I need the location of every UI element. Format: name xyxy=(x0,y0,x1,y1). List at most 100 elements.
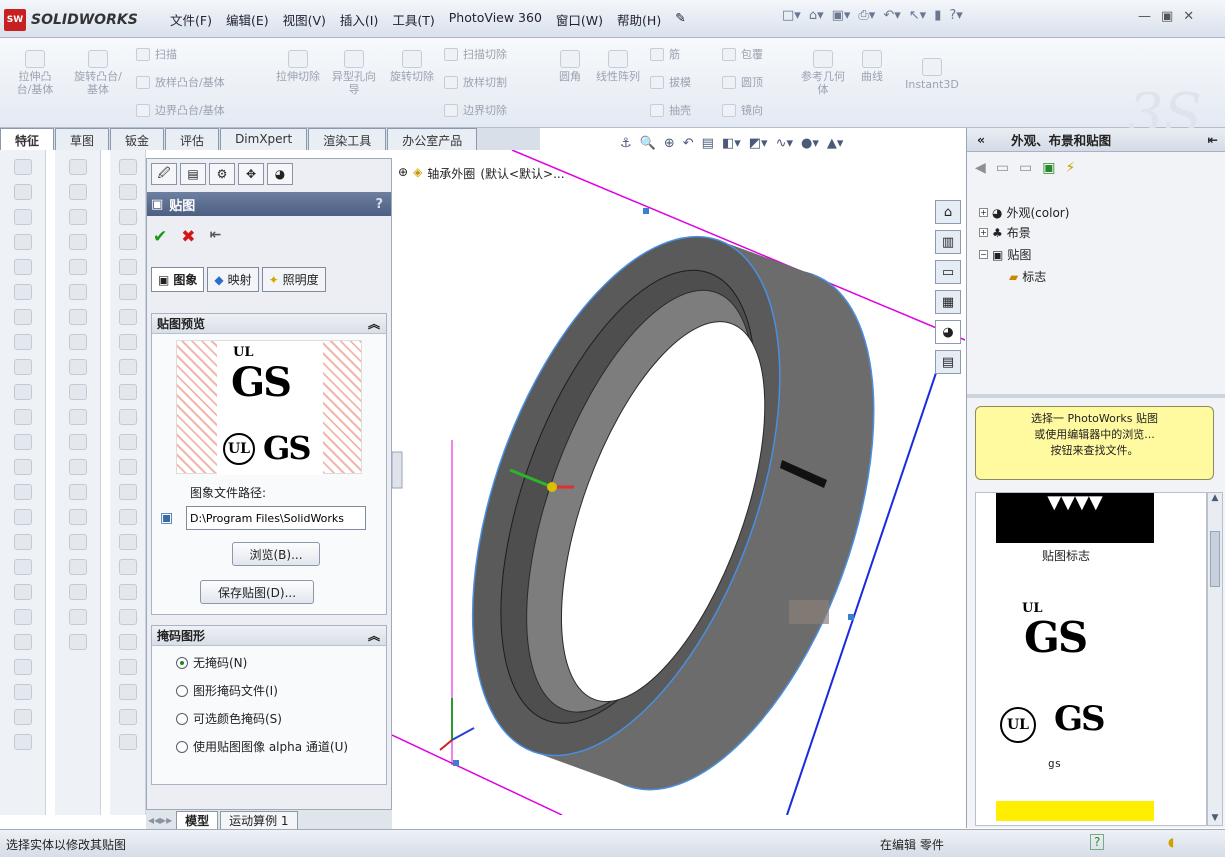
tool-icon[interactable] xyxy=(68,259,87,275)
tool-icon[interactable] xyxy=(68,559,87,575)
instant3d-button[interactable]: Instant3D xyxy=(900,58,964,91)
folder-icon[interactable]: ▭ xyxy=(996,160,1009,176)
tab-dimxpert[interactable]: DimXpert xyxy=(220,128,308,150)
loft-cut-button[interactable]: 放样切割 xyxy=(444,74,507,90)
tab-sketch[interactable]: 草图 xyxy=(55,128,110,150)
notification-icon[interactable]: ◖ xyxy=(1168,835,1174,849)
decal-thumbnail-logo[interactable]: ▼▼▼▼ xyxy=(996,493,1154,543)
tab-scroll-arrows-icon[interactable]: ◂◂▸▸ xyxy=(146,813,174,827)
collapse-icon[interactable]: ︽ xyxy=(368,315,380,332)
pane-splitter[interactable] xyxy=(967,394,1225,398)
gallery-scrollbar[interactable]: ▲ ▼ xyxy=(1207,492,1223,826)
tree-item-decals[interactable]: − ▣ 贴图 xyxy=(979,246,1031,263)
tool-icon[interactable] xyxy=(68,484,87,500)
tool-icon[interactable] xyxy=(118,534,137,550)
save-decal-button[interactable]: 保存贴图(D)... xyxy=(200,580,314,604)
cancel-x-icon[interactable]: ✖ xyxy=(181,227,195,247)
handle[interactable] xyxy=(848,614,854,620)
tab-image[interactable]: ▣ 图象 xyxy=(151,267,205,292)
display-manager-tab-icon[interactable]: ◕ xyxy=(267,163,293,185)
tool-icon[interactable] xyxy=(68,234,87,250)
tool-icon[interactable] xyxy=(13,634,32,650)
rebuild-icon[interactable]: ▮ xyxy=(934,8,941,23)
boundary-cut-button[interactable]: 边界切除 xyxy=(444,102,507,118)
tool-icon[interactable] xyxy=(13,159,32,175)
menu-tools[interactable]: 工具(T) xyxy=(392,10,434,29)
close-icon[interactable]: ✕ xyxy=(1183,9,1194,24)
tool-icon[interactable] xyxy=(13,259,32,275)
zoom-fit-icon[interactable]: 🔍 xyxy=(640,136,656,151)
print-icon[interactable]: ⎙▾ xyxy=(858,8,875,23)
file-explorer-icon[interactable]: ▭ xyxy=(935,260,961,284)
pin-icon[interactable]: ⇤ xyxy=(1208,132,1218,147)
tool-icon[interactable] xyxy=(68,634,87,650)
tool-icon[interactable] xyxy=(118,184,137,200)
hide-show-icon[interactable]: ∿▾ xyxy=(776,136,793,151)
tab-office-products[interactable]: 办公室产品 xyxy=(387,128,478,150)
tool-icon[interactable] xyxy=(13,484,32,500)
tool-icon[interactable] xyxy=(68,209,87,225)
tab-sheet-metal[interactable]: 钣金 xyxy=(110,128,165,150)
tool-icon[interactable] xyxy=(13,609,32,625)
collapse-minus-icon[interactable]: − xyxy=(979,250,988,259)
linear-pattern-button[interactable]: 线性阵列 xyxy=(594,50,642,83)
extrude-cut-button[interactable]: 拉伸切除 xyxy=(276,50,320,83)
tool-icon[interactable] xyxy=(68,509,87,525)
tool-icon[interactable] xyxy=(13,284,32,300)
tool-icon[interactable] xyxy=(13,559,32,575)
tool-icon[interactable] xyxy=(118,659,137,675)
scroll-up-icon[interactable]: ▲ xyxy=(1208,493,1222,503)
decal-thumbnail-yellow[interactable] xyxy=(996,801,1154,821)
tool-icon[interactable] xyxy=(13,309,32,325)
menu-insert[interactable]: 插入(I) xyxy=(340,10,378,29)
appearance-icon[interactable]: ●▾ xyxy=(801,136,819,151)
tree-item-logo[interactable]: ▰ 标志 xyxy=(1009,268,1046,285)
tool-icon[interactable] xyxy=(118,209,137,225)
handle[interactable] xyxy=(453,760,459,766)
pushpin-icon[interactable]: ⇤ xyxy=(210,227,222,247)
decal-thumbnail-gs[interactable]: UL GS UL GS xyxy=(996,595,1126,755)
tree-item-appearances[interactable]: + ◕ 外观(color) xyxy=(979,204,1069,221)
tool-icon[interactable] xyxy=(13,659,32,675)
radio-no-mask[interactable]: 无掩码(N) xyxy=(176,656,247,671)
solidworks-resources-icon[interactable]: ⌂ xyxy=(935,200,961,224)
tool-icon[interactable] xyxy=(13,584,32,600)
tool-icon[interactable] xyxy=(68,334,87,350)
tab-illumination[interactable]: ✦ 照明度 xyxy=(261,267,326,292)
feature-manager-tab-icon[interactable]: 🖉 xyxy=(151,163,177,185)
minimize-icon[interactable]: — xyxy=(1138,9,1151,24)
tool-icon[interactable] xyxy=(13,709,32,725)
open-icon[interactable]: ⌂▾ xyxy=(809,8,824,23)
display-style-icon[interactable]: ◩▾ xyxy=(749,136,768,151)
menu-window[interactable]: 窗口(W) xyxy=(556,10,603,29)
options-icon[interactable]: ?▾ xyxy=(949,8,962,23)
solidworks-logo[interactable]: SW SOLIDWORKS xyxy=(4,6,150,34)
tool-icon[interactable] xyxy=(118,384,137,400)
tool-icon[interactable] xyxy=(118,634,137,650)
menu-photoview[interactable]: PhotoView 360 xyxy=(449,10,542,29)
tool-icon[interactable] xyxy=(118,159,137,175)
tool-icon[interactable] xyxy=(68,159,87,175)
back-icon[interactable]: ◀ xyxy=(975,160,986,176)
design-library-icon[interactable]: ▥ xyxy=(935,230,961,254)
fillet-button[interactable]: 圆角 xyxy=(552,50,588,83)
shell-button[interactable]: 抽壳 xyxy=(650,102,691,118)
graphics-viewport[interactable] xyxy=(392,150,965,815)
restore-icon[interactable]: ▣ xyxy=(1161,9,1173,24)
new-doc-icon[interactable]: □▾ xyxy=(782,8,801,23)
radio-image-mask[interactable]: 图形掩码文件(I) xyxy=(176,684,278,699)
scroll-down-icon[interactable]: ▼ xyxy=(1208,813,1222,823)
menu-edit[interactable]: 编辑(E) xyxy=(226,10,269,29)
tool-icon[interactable] xyxy=(68,434,87,450)
loft-button[interactable]: 放样凸台/基体 xyxy=(136,74,225,90)
sweep-cut-button[interactable]: 扫描切除 xyxy=(444,46,507,62)
part-name[interactable]: 轴承外圈 xyxy=(427,165,475,182)
group-header[interactable]: 贴图预览 ︽ xyxy=(152,314,386,334)
tool-icon[interactable] xyxy=(118,359,137,375)
dome-button[interactable]: 圆顶 xyxy=(722,74,763,90)
tool-icon[interactable] xyxy=(118,484,137,500)
tool-icon[interactable] xyxy=(118,459,137,475)
previous-view-icon[interactable]: ↶ xyxy=(683,136,694,151)
browse-button[interactable]: 浏览(B)... xyxy=(232,542,320,566)
tool-icon[interactable] xyxy=(118,559,137,575)
